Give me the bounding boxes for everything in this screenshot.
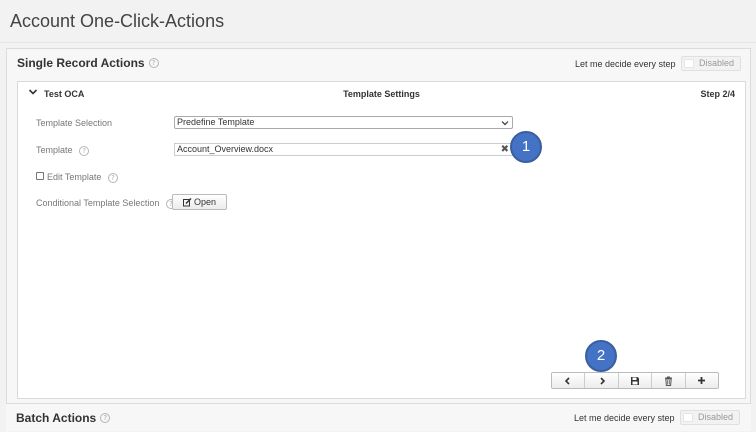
chevron-left-icon [565,376,570,385]
template-selection-select[interactable]: Predefine Template [174,116,513,129]
batch-actions-panel: Batch Actions ? Let me decide every step… [6,403,751,431]
save-icon [631,376,640,385]
edit-template-checkbox[interactable] [36,172,44,180]
batch-decide-every-step-toggle[interactable]: Disabled [680,410,740,425]
help-icon[interactable]: ? [100,413,111,423]
toggle-knob [684,59,694,68]
close-icon[interactable]: ✖ [501,144,509,155]
previous-step-button[interactable] [552,373,586,388]
step-title: Template Settings [343,89,420,99]
toggle-label: Disabled [698,58,734,68]
single-record-title: Single Record Actions [17,56,145,70]
oca-card: Test OCA Template Settings Step 2/4 Temp… [17,81,746,399]
chevron-down-icon [501,121,509,126]
chevron-right-icon [600,376,605,385]
delete-button[interactable] [652,373,686,388]
help-icon[interactable]: ? [148,58,159,68]
title-divider [0,42,756,43]
page-title: Account One-Click-Actions [10,11,225,31]
add-button[interactable] [685,373,718,388]
template-value: Account_Overview.docx [177,144,274,154]
save-button[interactable] [618,373,653,388]
toggle-knob [683,413,693,422]
batch-actions-title: Batch Actions [16,411,97,425]
open-button-label: Open [193,197,217,207]
oca-card-header: Test OCA Template Settings Step 2/4 [18,82,745,104]
edit-icon [182,197,192,206]
decide-every-step-toggle[interactable]: Disabled [681,56,741,71]
step-count: Step 2/4 [700,89,735,99]
edit-template-label: Edit Template ? [47,172,118,183]
step-navigation [551,372,719,389]
help-icon[interactable]: ? [79,145,90,156]
template-label-text: Template [36,145,73,155]
decide-every-step-label: Let me decide every step [575,59,676,69]
template-label: Template ? [36,145,90,156]
open-button[interactable]: Open [172,194,227,210]
callout-marker-1: 1 [510,131,542,163]
template-input[interactable]: Account_Overview.docx ✖ [174,143,513,156]
edit-template-label-text: Edit Template [47,172,102,182]
template-selection-label: Template Selection [36,118,113,128]
plus-icon [698,377,706,384]
batch-decide-every-step-label: Let me decide every step [574,413,675,423]
conditional-template-label-text: Conditional Template Selection [36,198,160,208]
conditional-template-label: Conditional Template Selection ? [36,198,176,209]
callout-marker-2: 2 [585,340,617,372]
toggle-label: Disabled [697,412,733,422]
template-selection-value: Predefine Template [177,117,255,127]
trash-icon [664,376,672,386]
next-step-button[interactable] [585,373,619,388]
help-icon[interactable]: ? [107,172,118,183]
